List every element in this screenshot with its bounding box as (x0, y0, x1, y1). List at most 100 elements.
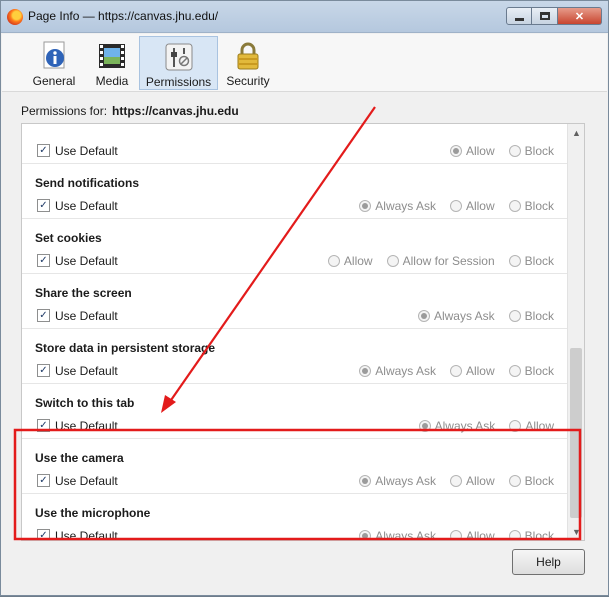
permission-radio[interactable]: Allow (509, 419, 554, 433)
tab-general[interactable]: General (32, 36, 76, 90)
minimize-button[interactable] (506, 7, 532, 25)
radio-circle (418, 420, 431, 432)
use-default-checkbox[interactable]: ✓ (37, 199, 50, 212)
permission-options: Always Ask Allow Block (359, 199, 554, 213)
window-title: Page Info — https://canvas.jhu.edu/ (28, 9, 219, 23)
permission-radio[interactable]: Always Ask (359, 529, 436, 541)
permission-row: Use the microphone ✓ Use Default Always Ask… (22, 494, 568, 541)
use-default-checkbox[interactable]: ✓ (37, 309, 50, 322)
tab-label: Security (226, 74, 270, 88)
tab-permissions[interactable]: Permissions (139, 36, 218, 90)
permissions-for: Permissions for: https://canvas.jhu.edu (21, 104, 239, 118)
use-default-checkbox[interactable]: ✓ (37, 419, 50, 432)
radio-label: Always Ask (375, 199, 436, 213)
use-default-checkbox[interactable]: ✓ (37, 474, 50, 487)
permission-radio[interactable]: Block (508, 144, 554, 158)
permission-radio[interactable]: Allow (449, 364, 495, 378)
lock-icon (237, 42, 259, 70)
permission-title: Switch to this tab (35, 396, 135, 410)
permission-radio[interactable]: Block (508, 364, 554, 378)
tab-security[interactable]: Security (223, 36, 273, 90)
use-default-checkbox[interactable]: ✓ (37, 364, 50, 377)
permission-row: ✓ Use Default Allow Block (22, 124, 568, 164)
radio-circle (327, 255, 340, 267)
scrollbar[interactable]: ▲ ▼ (567, 124, 584, 540)
permission-radio[interactable]: Allow (449, 529, 495, 540)
permission-options: Allow Allow for Session Block (327, 254, 554, 268)
use-default-label: Use Default (55, 144, 118, 158)
permission-radio[interactable]: Allow for Session (386, 254, 495, 268)
radio-circle (386, 255, 399, 267)
radio-circle (508, 365, 521, 377)
minimize-icon (514, 17, 524, 21)
tab-media[interactable]: Media (90, 36, 134, 90)
use-default-label: Use Default (55, 529, 118, 541)
maximize-button[interactable] (532, 7, 558, 25)
radio-label: Always Ask (375, 364, 436, 378)
radio-circle (449, 365, 462, 377)
permission-options: Always Ask Allow Block (359, 364, 554, 378)
permission-row: Send notifications ✓ Use Default Always Ask… (22, 164, 568, 219)
permission-radio[interactable]: Allow (449, 144, 495, 158)
permission-radio[interactable]: Block (508, 529, 554, 541)
radio-circle (508, 475, 521, 487)
title-bar: Page Info — https://canvas.jhu.edu/ ✕ (1, 1, 608, 33)
help-button[interactable]: Help (512, 549, 585, 575)
permission-radio[interactable]: Always Ask (359, 474, 436, 488)
caption-buttons: ✕ (506, 7, 602, 25)
permission-radio[interactable]: Always Ask (417, 309, 495, 323)
radio-circle (417, 310, 430, 322)
scroll-up-button[interactable]: ▲ (568, 124, 584, 141)
use-default-checkbox[interactable]: ✓ (37, 529, 50, 540)
permission-radio[interactable]: Block (508, 254, 554, 268)
permission-options: Always Ask Allow (418, 419, 554, 433)
chevron-down-icon: ▼ (572, 526, 581, 537)
radio-label: Allow (465, 474, 495, 488)
permission-radio[interactable]: Always Ask (418, 419, 496, 433)
permission-radio[interactable]: Allow (327, 254, 373, 268)
radio-circle (508, 145, 521, 157)
radio-circle (508, 255, 521, 267)
permission-radio[interactable]: Always Ask (359, 199, 436, 213)
radio-label: Always Ask (375, 529, 436, 541)
use-default-label: Use Default (55, 419, 118, 433)
permission-title: Send notifications (35, 176, 140, 190)
use-default-checkbox[interactable]: ✓ (37, 254, 50, 267)
permission-radio[interactable]: Block (508, 474, 554, 488)
permission-radio[interactable]: Block (508, 199, 554, 213)
use-default-label: Use Default (55, 309, 118, 323)
chevron-up-icon: ▲ (572, 127, 581, 138)
permission-title: Use the microphone (35, 506, 151, 520)
scroll-down-button[interactable]: ▼ (568, 523, 584, 540)
use-default-checkbox[interactable]: ✓ (37, 144, 50, 157)
tab-toolbar: General Media Permissions Security (2, 34, 607, 92)
radio-label: Block (524, 529, 554, 541)
permission-options: Always Ask Allow Block (359, 474, 554, 488)
radio-circle (509, 420, 522, 432)
permission-radio[interactable]: Always Ask (359, 364, 436, 378)
info-icon (43, 41, 65, 69)
radio-label: Block (524, 309, 554, 323)
permissions-icon (165, 43, 192, 71)
permission-options: Always Ask Allow Block (359, 529, 554, 541)
radio-label: Always Ask (434, 419, 496, 433)
permission-radio[interactable]: Allow (449, 199, 495, 213)
close-icon: ✕ (574, 10, 585, 23)
radio-label: Allow (465, 199, 495, 213)
permission-radio[interactable]: Allow (449, 474, 495, 488)
scroll-thumb[interactable] (570, 348, 582, 518)
radio-label: Always Ask (433, 309, 495, 323)
radio-circle (359, 200, 372, 212)
permission-radio[interactable]: Block (508, 309, 554, 323)
radio-circle (359, 365, 372, 377)
radio-circle (449, 145, 462, 157)
permission-row: Store data in persistent storage ✓ Use Def… (22, 329, 568, 384)
permission-row: Set cookies ✓ Use Default Allow Allow for Se… (22, 219, 568, 274)
radio-circle (449, 475, 462, 487)
permissions-list[interactable]: ✓ Use Default Allow Block Send notifications… (21, 123, 585, 541)
use-default-label: Use Default (55, 474, 118, 488)
radio-label: Block (524, 364, 554, 378)
tab-label: Permissions (145, 75, 212, 89)
permission-title: Use the camera (35, 451, 124, 465)
close-button[interactable]: ✕ (558, 7, 602, 25)
